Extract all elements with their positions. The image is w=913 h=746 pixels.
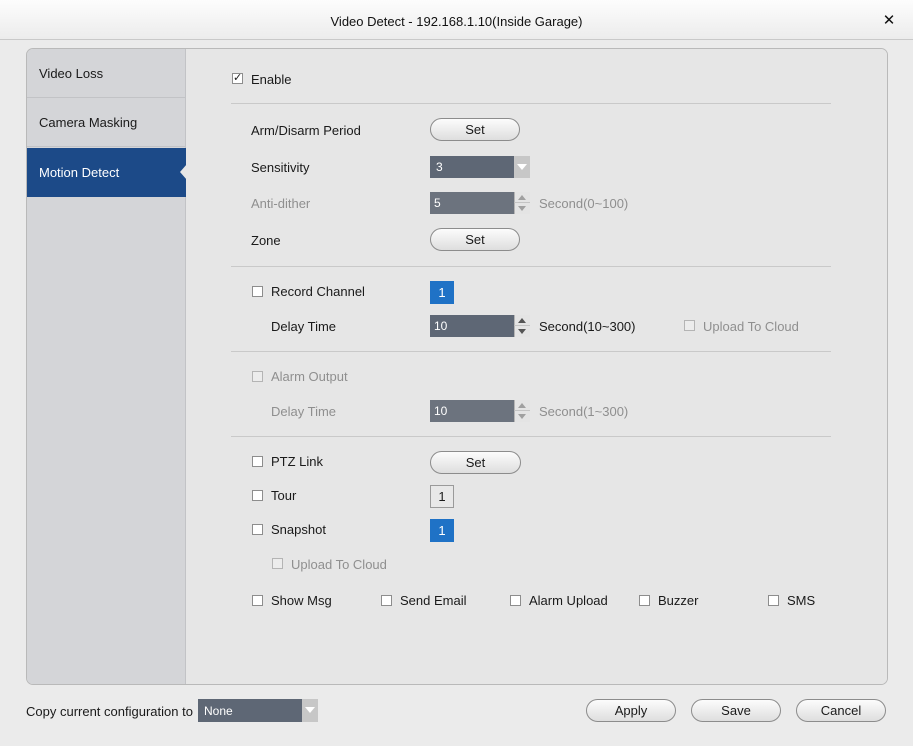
enable-checkbox[interactable] <box>232 71 243 84</box>
alarm-delay-unit: Second(1~300) <box>539 404 629 419</box>
snapshot-channel-1-button[interactable]: 1 <box>430 519 454 542</box>
upload-cloud-snapshot-label: Upload To Cloud <box>291 557 387 572</box>
ptz-link-label: PTZ Link <box>271 454 324 469</box>
spinner-down-icon[interactable] <box>514 411 530 422</box>
sidebar-item-motion-detect[interactable]: Motion Detect <box>27 148 187 197</box>
settings-panel: Video Loss Camera Masking Motion Detect <box>26 48 888 685</box>
send-email-label: Send Email <box>400 593 467 608</box>
enable-label: Enable <box>251 72 292 87</box>
spinner-up-icon[interactable] <box>514 400 530 411</box>
alarm-delay-label: Delay Time <box>271 404 337 419</box>
divider <box>231 351 831 352</box>
buzzer-label: Buzzer <box>658 593 699 608</box>
sidebar-item-label: Camera Masking <box>39 115 138 130</box>
close-icon[interactable]: ✕ <box>880 12 898 30</box>
tour-label: Tour <box>271 488 297 503</box>
sensitivity-select[interactable]: 3 <box>430 156 530 178</box>
anti-dither-value: 5 <box>434 196 441 210</box>
sidebar-item-label: Video Loss <box>39 66 104 81</box>
record-delay-value: 10 <box>434 319 448 333</box>
show-msg-label: Show Msg <box>271 593 332 608</box>
sensitivity-label: Sensitivity <box>251 160 310 175</box>
divider <box>231 266 831 267</box>
buzzer-checkbox[interactable] <box>639 595 650 606</box>
copy-config-value: None <box>204 704 233 718</box>
record-channel-1-button[interactable]: 1 <box>430 281 454 304</box>
spinner-up-icon[interactable] <box>514 192 530 203</box>
arm-disarm-label: Arm/Disarm Period <box>251 123 361 138</box>
zone-set-button[interactable]: Set <box>430 228 520 251</box>
record-delay-unit: Second(10~300) <box>539 319 636 334</box>
anti-dither-spinner[interactable]: 5 <box>430 192 530 214</box>
apply-button[interactable]: Apply <box>586 699 676 722</box>
copy-config-select[interactable]: None <box>198 699 318 722</box>
sms-checkbox[interactable] <box>768 595 779 606</box>
arm-disarm-set-button[interactable]: Set <box>430 118 520 141</box>
upload-cloud-record-checkbox[interactable] <box>684 320 695 331</box>
spinner-up-icon[interactable] <box>514 315 530 326</box>
window-title: Video Detect - 192.168.1.10(Inside Garag… <box>330 14 583 29</box>
record-channel-label: Record Channel <box>271 284 365 299</box>
upload-cloud-snapshot-checkbox[interactable] <box>272 558 283 569</box>
divider <box>231 436 831 437</box>
title-bar: Video Detect - 192.168.1.10(Inside Garag… <box>0 0 913 40</box>
show-msg-checkbox[interactable] <box>252 595 263 606</box>
chevron-down-icon[interactable] <box>514 156 530 178</box>
sidebar: Video Loss Camera Masking Motion Detect <box>27 49 187 684</box>
footer-bar: Copy current configuration to None Apply… <box>0 686 913 746</box>
divider <box>231 103 831 104</box>
snapshot-checkbox[interactable] <box>252 524 263 535</box>
record-delay-spinner[interactable]: 10 <box>430 315 530 337</box>
record-channel-checkbox[interactable] <box>252 286 263 297</box>
ptz-link-checkbox[interactable] <box>252 456 263 467</box>
sensitivity-value: 3 <box>436 160 443 174</box>
tour-checkbox[interactable] <box>252 490 263 501</box>
ptz-link-set-button[interactable]: Set <box>430 451 521 474</box>
copy-config-label: Copy current configuration to <box>26 704 193 719</box>
cancel-button[interactable]: Cancel <box>796 699 886 722</box>
alarm-upload-checkbox[interactable] <box>510 595 521 606</box>
alarm-output-label: Alarm Output <box>271 369 348 384</box>
tour-channel-1-button[interactable]: 1 <box>430 485 454 508</box>
alarm-delay-spinner[interactable]: 10 <box>430 400 530 422</box>
spinner-down-icon[interactable] <box>514 203 530 214</box>
alarm-delay-value: 10 <box>434 404 448 418</box>
upload-cloud-record-label: Upload To Cloud <box>703 319 799 334</box>
alarm-output-checkbox[interactable] <box>252 371 263 382</box>
chevron-down-icon[interactable] <box>302 699 318 722</box>
anti-dither-label: Anti-dither <box>251 196 311 211</box>
anti-dither-unit: Second(0~100) <box>539 196 629 211</box>
record-delay-label: Delay Time <box>271 319 337 334</box>
sidebar-item-label: Motion Detect <box>39 165 120 180</box>
motion-detect-content <box>186 49 887 684</box>
sms-label: SMS <box>787 593 816 608</box>
send-email-checkbox[interactable] <box>381 595 392 606</box>
snapshot-label: Snapshot <box>271 522 326 537</box>
zone-label: Zone <box>251 233 281 248</box>
alarm-upload-label: Alarm Upload <box>529 593 608 608</box>
spinner-down-icon[interactable] <box>514 326 530 337</box>
sidebar-item-camera-masking[interactable]: Camera Masking <box>27 98 186 147</box>
sidebar-item-video-loss[interactable]: Video Loss <box>27 49 186 98</box>
save-button[interactable]: Save <box>691 699 781 722</box>
